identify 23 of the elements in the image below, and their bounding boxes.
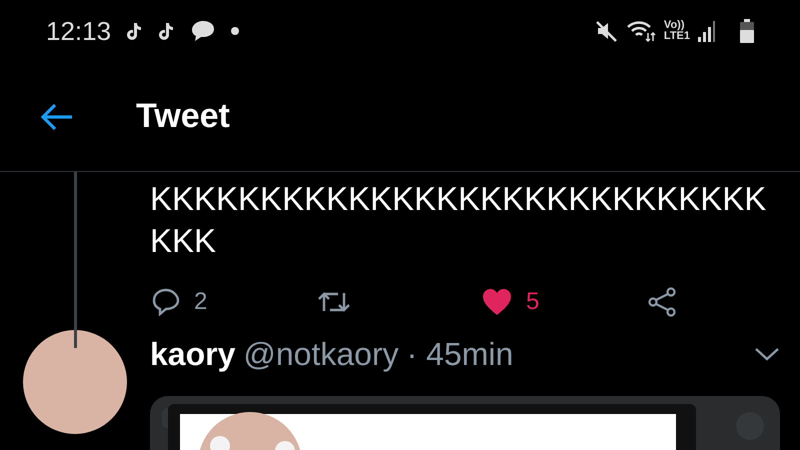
tweet-text: KKKKKKKKKKKKKKKKKKKKKKKKKKKKKKK bbox=[150, 179, 768, 261]
reply-button[interactable]: 2 bbox=[150, 284, 315, 320]
network-type: LTE1 bbox=[664, 31, 690, 42]
chat-icon bbox=[191, 19, 216, 43]
mute-icon bbox=[596, 20, 618, 42]
battery-icon bbox=[740, 19, 754, 43]
user-handle: @notkaory bbox=[243, 334, 399, 374]
volte-label: Vo)) bbox=[664, 20, 686, 31]
chevron-down-icon[interactable] bbox=[754, 346, 780, 362]
reply-icon bbox=[152, 288, 180, 316]
note-icon bbox=[127, 21, 144, 41]
dot-icon bbox=[231, 27, 240, 35]
status-time: 12:13 bbox=[46, 14, 112, 48]
like-count: 5 bbox=[526, 286, 540, 317]
user-name[interactable]: kaory bbox=[150, 330, 236, 378]
wifi-icon bbox=[626, 19, 656, 43]
like-button[interactable]: 5 bbox=[480, 284, 645, 320]
signal-icon bbox=[698, 20, 716, 42]
back-icon[interactable] bbox=[40, 102, 74, 130]
note-icon bbox=[159, 21, 176, 41]
tweet-time: · 45min bbox=[406, 334, 514, 374]
share-icon bbox=[647, 286, 677, 317]
header-title: Tweet bbox=[136, 96, 230, 137]
